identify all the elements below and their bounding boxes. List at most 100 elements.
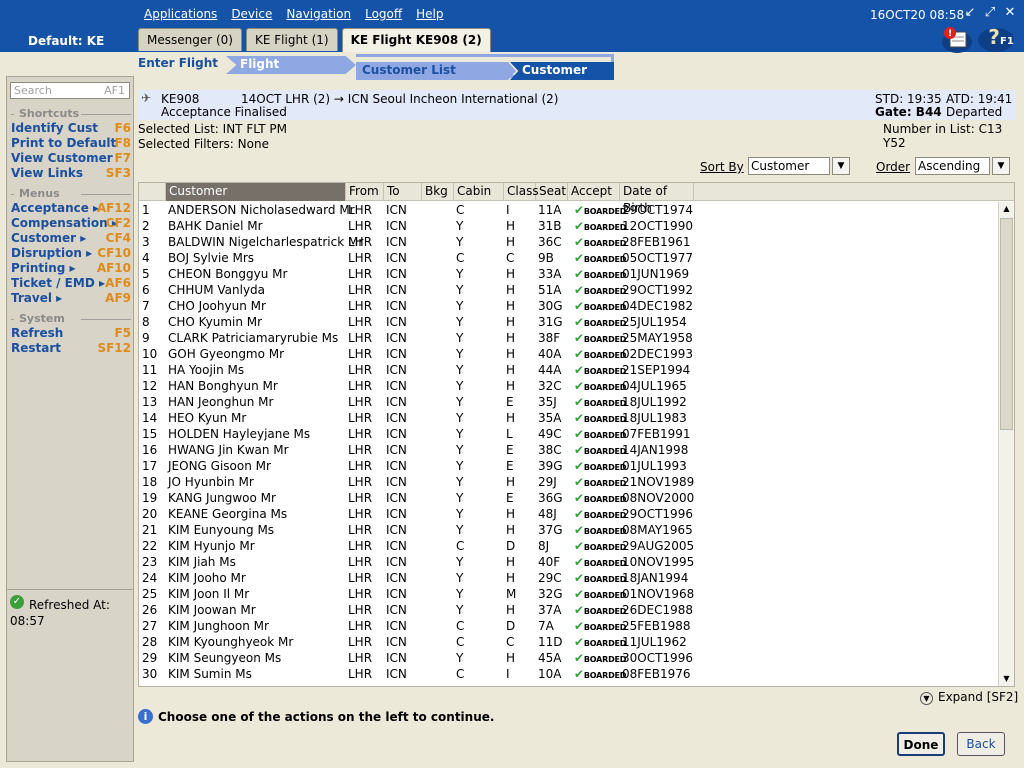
table-row[interactable]: 2BAHK Daniel MrLHRICNYH31BBOARDED12OCT19…	[139, 218, 999, 234]
table-row[interactable]: 12HAN Bonghyun MrLHRICNYH32CBOARDED04JUL…	[139, 378, 999, 394]
breadcrumb-flight-information[interactable]: Flight Information	[226, 56, 356, 74]
menu-help[interactable]: Help	[416, 7, 443, 21]
menu-compensation[interactable]: Compensation ▸ CF2	[11, 216, 133, 231]
customer-name: KIM Jiah Ms	[168, 555, 236, 569]
system-restart[interactable]: Restart SF12	[11, 341, 133, 356]
menu-navigation[interactable]: Navigation	[286, 7, 351, 21]
to-cell: ICN	[386, 443, 407, 457]
menu-ticket-emd[interactable]: Ticket / EMD ▸ AF6	[11, 276, 133, 291]
sort-by-select[interactable]: Customer	[748, 157, 830, 175]
table-row[interactable]: 26KIM Joowan MrLHRICNYH37ABOARDED26DEC19…	[139, 602, 999, 618]
menu-travel[interactable]: Travel ▸ AF9	[11, 291, 133, 306]
menu-applications[interactable]: Applications	[144, 7, 217, 21]
tab-ke-flight[interactable]: KE Flight (1)	[245, 28, 338, 51]
menu-disruption[interactable]: Disruption ▸ CF10	[11, 246, 133, 261]
done-button[interactable]: Done	[897, 732, 945, 756]
column-header-from[interactable]: From	[346, 183, 384, 201]
sort-by-label: Sort By	[700, 160, 744, 174]
close-icon[interactable]: ✕	[1002, 5, 1018, 21]
from-cell: LHR	[348, 491, 373, 505]
table-row[interactable]: 6CHHUM VanlydaLHRICNYH51ABOARDED29OCT199…	[139, 282, 999, 298]
menu-printing[interactable]: Printing ▸ AF10	[11, 261, 133, 276]
column-header-to[interactable]: To	[384, 183, 422, 201]
table-row[interactable]: 24KIM Jooho MrLHRICNYH29CBOARDED18JAN199…	[139, 570, 999, 586]
scroll-up-icon[interactable]: ▲	[999, 202, 1014, 216]
chevron-down-icon[interactable]: ▼	[832, 157, 850, 175]
row-index: 6	[142, 283, 150, 297]
class-cell: H	[506, 507, 516, 521]
column-header-cabin[interactable]: Cabin	[454, 183, 504, 201]
class-cell: E	[506, 443, 514, 457]
help-icon[interactable]: ? F1	[976, 22, 1016, 54]
table-row[interactable]: 22KIM Hyunjo MrLHRICNCD8JBOARDED29AUG200…	[139, 538, 999, 554]
table-row[interactable]: 14HEO Kyun MrLHRICNYH35ABOARDED18JUL1983	[139, 410, 999, 426]
seat-cell: 40F	[538, 555, 561, 569]
column-header-seat[interactable]: Seat	[536, 183, 568, 201]
vertical-scrollbar[interactable]: ▲ ▼	[998, 202, 1014, 686]
notes-icon[interactable]: !	[940, 24, 974, 54]
table-row[interactable]: 11HA Yoojin MsLHRICNYH44ABOARDED21SEP199…	[139, 362, 999, 378]
table-row[interactable]: 15HOLDEN Hayleyjane MsLHRICNYL49CBOARDED…	[139, 426, 999, 442]
table-row[interactable]: 1ANDERSON Nicholasedward MrLHRICNCI11ABO…	[139, 202, 999, 218]
cabin-cell: C	[456, 619, 465, 633]
menu-acceptance[interactable]: Acceptance ▸ AF12	[11, 201, 133, 216]
table-row[interactable]: 27KIM Junghoon MrLHRICNCD7ABOARDED25FEB1…	[139, 618, 999, 634]
table-row[interactable]: 5CHEON Bonggyu MrLHRICNYH33ABOARDED01JUN…	[139, 266, 999, 282]
breadcrumb-enter-flight[interactable]: Enter Flight	[138, 56, 232, 72]
table-row[interactable]: 28KIM Kyounghyeok MrLHRICNCC11DBOARDED11…	[139, 634, 999, 650]
menu-customer[interactable]: Customer ▸ CF4	[11, 231, 133, 246]
table-row[interactable]: 10GOH Gyeongmo MrLHRICNYH40ABOARDED02DEC…	[139, 346, 999, 362]
table-row[interactable]: 18JO Hyunbin MrLHRICNYH29JBOARDED21NOV19…	[139, 474, 999, 490]
row-index: 28	[142, 635, 158, 649]
table-row[interactable]: 3 BALDWIN Nigelcharlespatrick Mr LHR ICN Y H 3…	[139, 234, 999, 250]
row-index: 29	[142, 651, 158, 665]
scroll-thumb[interactable]	[1000, 218, 1013, 430]
tab-ke-flight-ke908[interactable]: KE Flight KE908 (2)	[341, 28, 491, 52]
table-row[interactable]: 7CHO Joohyun MrLHRICNYH30GBOARDED04DEC19…	[139, 298, 999, 314]
table-row[interactable]: 19KANG Jungwoo MrLHRICNYE36GBOARDED08NOV…	[139, 490, 999, 506]
dob-cell: 21NOV1989	[622, 475, 695, 489]
table-row[interactable]: 16HWANG Jin Kwan MrLHRICNYE38CBOARDED14J…	[139, 442, 999, 458]
scroll-down-icon[interactable]: ▼	[999, 672, 1014, 686]
table-row[interactable]: 20KEANE Georgina MsLHRICNYH48JBOARDED29O…	[139, 506, 999, 522]
table-row[interactable]: 21KIM Eunyoung MsLHRICNYH37GBOARDED08MAY…	[139, 522, 999, 538]
table-row[interactable]: 17JEONG Gisoon MrLHRICNYE39GBOARDED01JUL…	[139, 458, 999, 474]
submenu-arrow-icon: ▸	[76, 231, 87, 245]
cabin-cell: Y	[456, 283, 464, 297]
column-header-class[interactable]: Class	[504, 183, 539, 201]
table-row[interactable]: 23KIM Jiah MsLHRICNYH40FBOARDED10NOV1995	[139, 554, 999, 570]
column-header-accept[interactable]: Accept	[568, 183, 620, 201]
to-cell: ICN	[386, 235, 407, 249]
table-row[interactable]: 30 KIM Sumin Ms LHR ICN C I 10A BOARDED08FEB197…	[139, 666, 999, 682]
table-row[interactable]: 13HAN Jeonghun MrLHRICNYE35JBOARDED18JUL…	[139, 394, 999, 410]
seat-cell: 45A	[538, 651, 562, 665]
shortcut-view-customer[interactable]: View Customer F7	[11, 151, 133, 166]
column-header-customer[interactable]: Customer	[166, 183, 346, 201]
shortcut-identify-cust[interactable]: Identify Cust F6	[11, 121, 133, 136]
system-refresh[interactable]: Refresh F5	[11, 326, 133, 341]
to-cell: ICN	[386, 315, 407, 329]
search-input[interactable]: Search AF1	[10, 82, 130, 99]
breadcrumb-customer-list-selection[interactable]: Customer List Selection	[356, 62, 516, 80]
menu-device[interactable]: Device	[231, 7, 272, 21]
table-row[interactable]: 9CLARK Patriciamaryrubie MsLHRICNYH38FBO…	[139, 330, 999, 346]
tab-messenger[interactable]: Messenger (0)	[138, 28, 242, 51]
customer-name: JO Hyunbin Mr	[168, 475, 254, 489]
from-cell: LHR	[348, 363, 373, 377]
menu-logoff[interactable]: Logoff	[365, 7, 402, 21]
minimize-icon[interactable]: ↙	[962, 5, 978, 21]
column-header-bkg[interactable]: Bkg	[422, 183, 454, 201]
table-row[interactable]: 25KIM Joon Il MrLHRICNYM32GBOARDED01NOV1…	[139, 586, 999, 602]
expand-button[interactable]: ▼ Expand [SF2]	[920, 690, 1018, 705]
table-row[interactable]: 4BOJ Sylvie MrsLHRICNCC9BBOARDED05OCT197…	[139, 250, 999, 266]
shortcut-print-to-default[interactable]: Print to Default F8	[11, 136, 133, 151]
table-row[interactable]: 8CHO Kyumin MrLHRICNYH31GBOARDED25JUL195…	[139, 314, 999, 330]
class-cell: H	[506, 411, 516, 425]
back-button[interactable]: Back	[957, 732, 1005, 756]
column-header-date-of-birth[interactable]: Date of Birth	[620, 183, 694, 215]
chevron-down-icon[interactable]: ▼	[992, 157, 1010, 175]
order-select[interactable]: Ascending	[915, 157, 990, 175]
table-row[interactable]: 29KIM Seungyeon MsLHRICNYH45ABOARDED30OC…	[139, 650, 999, 666]
restore-icon[interactable]: ⤢	[982, 5, 998, 21]
shortcut-view-links[interactable]: View Links SF3	[11, 166, 133, 181]
